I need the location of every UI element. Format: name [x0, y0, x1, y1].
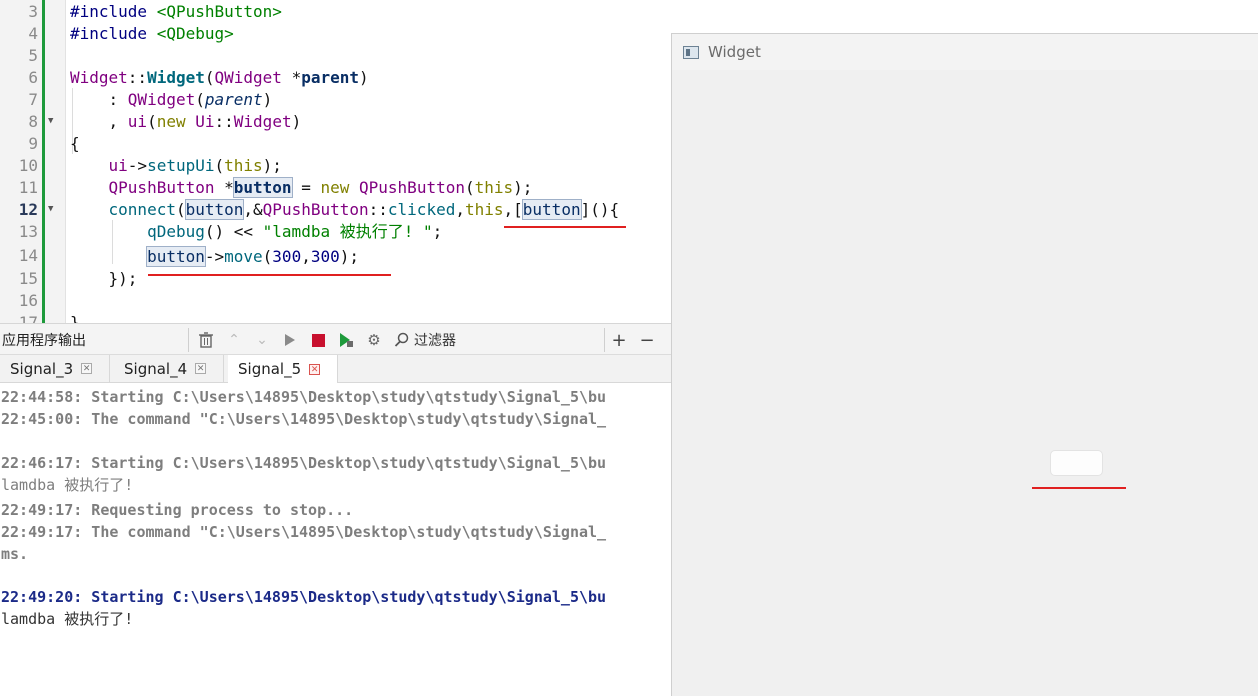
- code-line: #include <QDebug>: [70, 24, 234, 43]
- stop-icon[interactable]: [308, 330, 328, 350]
- window-title: Widget: [708, 43, 761, 61]
- annotation-underline: [1032, 487, 1126, 489]
- close-icon[interactable]: ✕: [309, 363, 321, 375]
- tab-signal-4[interactable]: Signal_4 ✕: [114, 355, 224, 382]
- toolbar-separator: [188, 328, 189, 352]
- tab-label: Signal_5: [238, 360, 302, 378]
- chevron-down-icon[interactable]: ⌄: [252, 330, 272, 350]
- widget-window[interactable]: Widget: [671, 33, 1258, 696]
- gear-icon[interactable]: ⚙: [364, 330, 384, 350]
- code-line: button->move(300,300);: [146, 246, 360, 267]
- line-number-gutter: 3 4 5 6 7 8 9 10 11 12 13 14 15 16 17 ▼ …: [0, 0, 66, 323]
- line-number: 13: [18, 222, 38, 241]
- toolbar-separator: [604, 328, 605, 352]
- line-number: 6: [28, 68, 38, 87]
- line-number: 4: [28, 24, 38, 43]
- application-output[interactable]: 22:44:58: Starting C:\Users\14895\Deskto…: [0, 383, 672, 696]
- output-line: lamdba 被执行了!: [1, 476, 134, 494]
- code-line: Widget::Widget(QWidget *parent): [70, 68, 369, 87]
- output-line: 22:46:17: Starting C:\Users\14895\Deskto…: [1, 454, 607, 472]
- output-line: 22:49:17: The command "C:\Users\14895\De…: [1, 523, 607, 541]
- annotation-underline: [148, 274, 391, 276]
- window-icon: [683, 46, 699, 59]
- output-line: 22:44:58: Starting C:\Users\14895\Deskto…: [1, 388, 607, 406]
- tab-label: Signal_4: [124, 359, 188, 378]
- code-line: });: [70, 269, 138, 288]
- line-number: 15: [18, 269, 38, 288]
- code-line: }: [70, 313, 80, 323]
- line-number: 17: [18, 313, 38, 323]
- output-line: 22:45:00: The command "C:\Users\14895\De…: [1, 410, 607, 428]
- code-editor[interactable]: 3 4 5 6 7 8 9 10 11 12 13 14 15 16 17 ▼ …: [0, 0, 672, 323]
- output-tabs: Signal_3 ✕ Signal_4 ✕ Signal_5 ✕: [0, 355, 672, 383]
- moved-push-button[interactable]: [1050, 450, 1103, 476]
- output-line: 22:49:17: Requesting process to stop...: [1, 501, 354, 519]
- line-number: 16: [18, 291, 38, 310]
- close-icon[interactable]: ✕: [195, 363, 207, 374]
- tab-signal-5[interactable]: Signal_5 ✕: [228, 355, 338, 383]
- tab-signal-3[interactable]: Signal_3 ✕: [0, 355, 110, 382]
- add-icon[interactable]: +: [609, 330, 629, 351]
- annotation-underline: [504, 226, 626, 228]
- attach-debugger-icon[interactable]: [336, 330, 356, 350]
- line-number: 7: [28, 90, 38, 109]
- line-number: 3: [28, 2, 38, 21]
- modified-lines-marker: [42, 0, 45, 323]
- line-number: 9: [28, 134, 38, 153]
- line-number: 10: [18, 156, 38, 175]
- line-number: 8: [28, 112, 38, 131]
- filter-field[interactable]: 过滤器: [394, 330, 456, 350]
- output-line: lamdba 被执行了!: [1, 610, 134, 628]
- search-icon: [394, 332, 409, 347]
- filter-label: 过滤器: [414, 333, 456, 349]
- window-titlebar[interactable]: Widget: [672, 34, 1258, 70]
- run-icon[interactable]: [280, 330, 300, 350]
- code-line: {: [70, 134, 80, 153]
- close-icon[interactable]: ✕: [81, 363, 93, 374]
- output-pane-toolbar: 应用程序输出 ⌃ ⌄ ⚙ 过滤器 + −: [0, 323, 672, 355]
- code-line: : QWidget(parent): [70, 90, 273, 109]
- code-line: ui->setupUi(this);: [108, 156, 282, 175]
- current-line-number: 12: [18, 200, 38, 219]
- fold-arrow-icon[interactable]: ▼: [48, 110, 53, 132]
- output-line: ms.: [1, 545, 29, 563]
- code-line: QPushButton *button = new QPushButton(th…: [108, 177, 533, 198]
- clear-output-icon[interactable]: [196, 330, 216, 350]
- code-line-current: connect(button,&QPushButton::clicked,thi…: [108, 199, 620, 220]
- code-line: , ui(new Ui::Widget): [70, 112, 302, 131]
- minus-icon[interactable]: −: [637, 330, 657, 351]
- output-line-current-run: 22:49:20: Starting C:\Users\14895\Deskto…: [1, 588, 607, 606]
- code-line: #include <QPushButton>: [70, 2, 282, 21]
- line-number: 11: [18, 178, 38, 197]
- tab-label: Signal_3: [10, 359, 74, 378]
- line-number: 14: [18, 246, 38, 265]
- output-pane-title: 应用程序输出: [2, 333, 86, 349]
- gutter-divider: [65, 0, 66, 323]
- line-number: 5: [28, 46, 38, 65]
- fold-arrow-icon[interactable]: ▼: [48, 198, 53, 220]
- chevron-up-icon[interactable]: ⌃: [224, 330, 244, 350]
- code-line: qDebug() << "lamdba 被执行了! ";: [147, 222, 443, 241]
